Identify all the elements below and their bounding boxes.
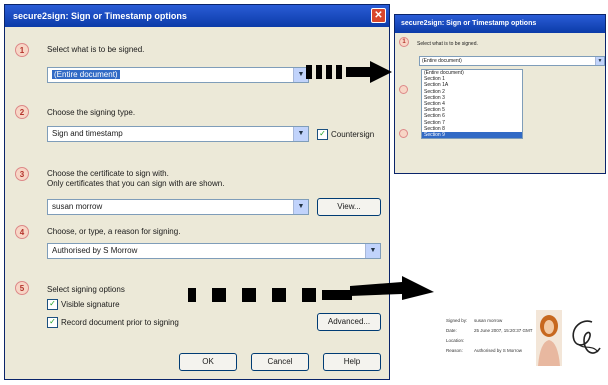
countersign-checkbox[interactable]: ✓ Countersign <box>317 129 374 140</box>
chevron-down-icon[interactable]: ▼ <box>595 57 604 65</box>
step-3-label: Choose the certificate to sign with. <box>47 169 169 178</box>
countersign-label: Countersign <box>331 130 375 139</box>
date-label: Date: <box>446 328 457 333</box>
reason-value: Authorised by S Morrow <box>52 246 138 255</box>
checkmark-icon[interactable]: ✓ <box>47 317 58 328</box>
panel-step-1-label: Select what is to be signed. <box>417 41 478 47</box>
arrow-right-icon <box>370 61 392 83</box>
reason-value: Authorised by S Morrow <box>474 348 523 353</box>
reason-label: Reason: <box>446 348 463 353</box>
sign-options-dialog: secure2sign: Sign or Timestamp options ✕… <box>4 4 390 380</box>
step-2-badge <box>399 85 408 94</box>
person-photo-icon <box>536 310 562 366</box>
arrow-right-icon <box>350 276 434 300</box>
visible-signature-checkbox[interactable]: ✓ Visible signature <box>47 299 120 310</box>
view-button[interactable]: View... <box>317 198 381 216</box>
signed-by-label: Signed by: <box>446 318 468 323</box>
arrow-dash <box>212 288 226 302</box>
record-document-checkbox[interactable]: ✓ Record document prior to signing <box>47 317 179 328</box>
step-3-badge <box>399 129 408 138</box>
close-button[interactable]: ✕ <box>371 8 386 23</box>
close-icon: ✕ <box>374 10 383 21</box>
help-button[interactable]: Help <box>323 353 381 371</box>
certificate-value: susan morrow <box>52 202 103 211</box>
step-4-badge: 4 <box>15 225 29 239</box>
record-document-label: Record document prior to signing <box>61 318 179 327</box>
visible-signature-label: Visible signature <box>61 300 120 309</box>
chevron-down-icon[interactable]: ▼ <box>365 244 380 258</box>
step-1-badge: 1 <box>399 37 409 47</box>
step-3-badge: 3 <box>15 167 29 181</box>
signing-type-value: Sign and timestamp <box>52 129 123 138</box>
handwritten-signature-icon <box>572 320 601 354</box>
step-1-label: Select what is to be signed. <box>47 45 145 54</box>
checkmark-icon[interactable]: ✓ <box>317 129 328 140</box>
step-1-badge: 1 <box>15 43 29 57</box>
arrow-dash <box>272 288 286 302</box>
cancel-button[interactable]: Cancel <box>251 353 309 371</box>
step-5-label: Select signing options <box>47 285 125 294</box>
arrow-dash <box>242 288 256 302</box>
arrow-shaft <box>322 290 352 300</box>
arrow-dash <box>316 65 322 79</box>
panel-dropdown-value: (Entire document) <box>422 58 462 64</box>
signed-by-value: susan morrow <box>474 318 503 323</box>
reason-select[interactable]: Authorised by S Morrow ▼ <box>47 243 381 259</box>
arrow-dash <box>336 65 342 79</box>
checkmark-icon[interactable]: ✓ <box>47 299 58 310</box>
document-select[interactable]: (Entire document) ▼ <box>47 67 309 83</box>
visible-signature-preview: Signed by: susan morrow Date: 25 June 20… <box>440 304 606 382</box>
expanded-dropdown-panel: secure2sign: Sign or Timestamp options 1… <box>394 14 606 174</box>
dropdown-option-selected[interactable]: Section 9 <box>422 132 522 139</box>
step-2-badge: 2 <box>15 105 29 119</box>
arrow-dash <box>302 288 316 302</box>
step-4-label: Choose, or type, a reason for signing. <box>47 227 181 236</box>
document-select-value: (Entire document) <box>52 70 120 79</box>
ok-button[interactable]: OK <box>179 353 237 371</box>
certificate-select[interactable]: susan morrow ▼ <box>47 199 309 215</box>
dialog-title: secure2sign: Sign or Timestamp options <box>13 11 187 21</box>
step-2-label: Choose the signing type. <box>47 108 136 117</box>
arrow-shaft <box>346 67 372 77</box>
arrow-dash <box>326 65 332 79</box>
panel-document-select[interactable]: (Entire document) ▼ <box>419 56 605 66</box>
panel-title: secure2sign: Sign or Timestamp options <box>395 15 605 33</box>
step-5-badge: 5 <box>15 281 29 295</box>
location-label: Location: <box>446 338 465 343</box>
step-3-sublabel: Only certificates that you can sign with… <box>47 179 225 188</box>
arrow-dash <box>188 288 196 302</box>
signing-type-select[interactable]: Sign and timestamp ▼ <box>47 126 309 142</box>
chevron-down-icon[interactable]: ▼ <box>293 200 308 214</box>
date-value: 25 June 2007, 15:20:37 GMT <box>474 328 533 333</box>
dropdown-options-list[interactable]: (Entire document) Section 1 Section 1A S… <box>421 69 523 140</box>
dialog-titlebar[interactable]: secure2sign: Sign or Timestamp options ✕ <box>5 5 389 27</box>
advanced-button[interactable]: Advanced... <box>317 313 381 331</box>
arrow-dash <box>306 65 312 79</box>
chevron-down-icon[interactable]: ▼ <box>293 127 308 141</box>
